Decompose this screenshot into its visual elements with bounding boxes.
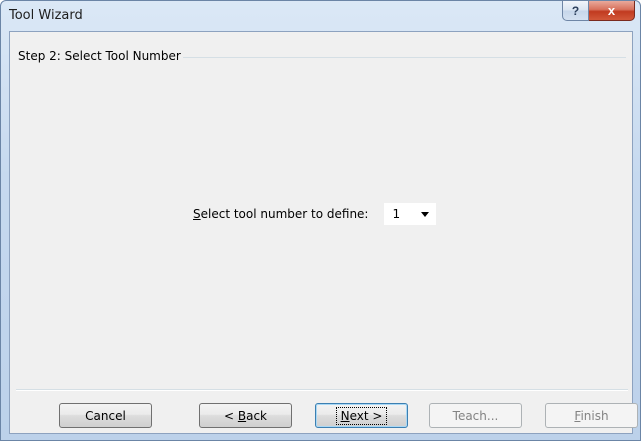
- finish-label: Finish: [574, 408, 609, 423]
- title-buttons: ? x: [562, 1, 635, 22]
- teach-button[interactable]: Teach...: [429, 403, 522, 428]
- tool-number-value: 1: [392, 207, 401, 221]
- back-button[interactable]: < Back: [199, 403, 292, 428]
- tool-number-label: Select tool number to define:: [193, 207, 369, 221]
- tool-number-row: Select tool number to define: 1: [193, 203, 437, 225]
- cancel-label: Cancel: [85, 408, 126, 423]
- button-separator: [16, 389, 628, 391]
- wizard-client-area: Step 2: Select Tool Number Select tool n…: [9, 31, 638, 434]
- chevron-down-icon: [421, 211, 430, 217]
- window-title: Tool Wizard: [9, 8, 83, 23]
- step-title: Step 2: Select Tool Number: [16, 49, 183, 63]
- close-button[interactable]: x: [589, 1, 635, 21]
- tool-number-dropdown[interactable]: 1: [384, 203, 437, 225]
- tool-wizard-window: Tool Wizard ? x Step 2: Select Tool Numb…: [0, 0, 641, 441]
- cancel-button[interactable]: Cancel: [59, 403, 152, 428]
- finish-button[interactable]: Finish: [545, 403, 638, 428]
- close-icon: x: [607, 3, 616, 18]
- teach-label: Teach...: [452, 408, 499, 423]
- help-button[interactable]: ?: [562, 1, 589, 21]
- next-button[interactable]: Next >: [315, 403, 408, 428]
- help-icon: ?: [571, 3, 580, 18]
- back-label: < Back: [223, 408, 267, 423]
- next-label: Next >: [335, 406, 388, 425]
- title-bar[interactable]: Tool Wizard ? x: [1, 1, 640, 31]
